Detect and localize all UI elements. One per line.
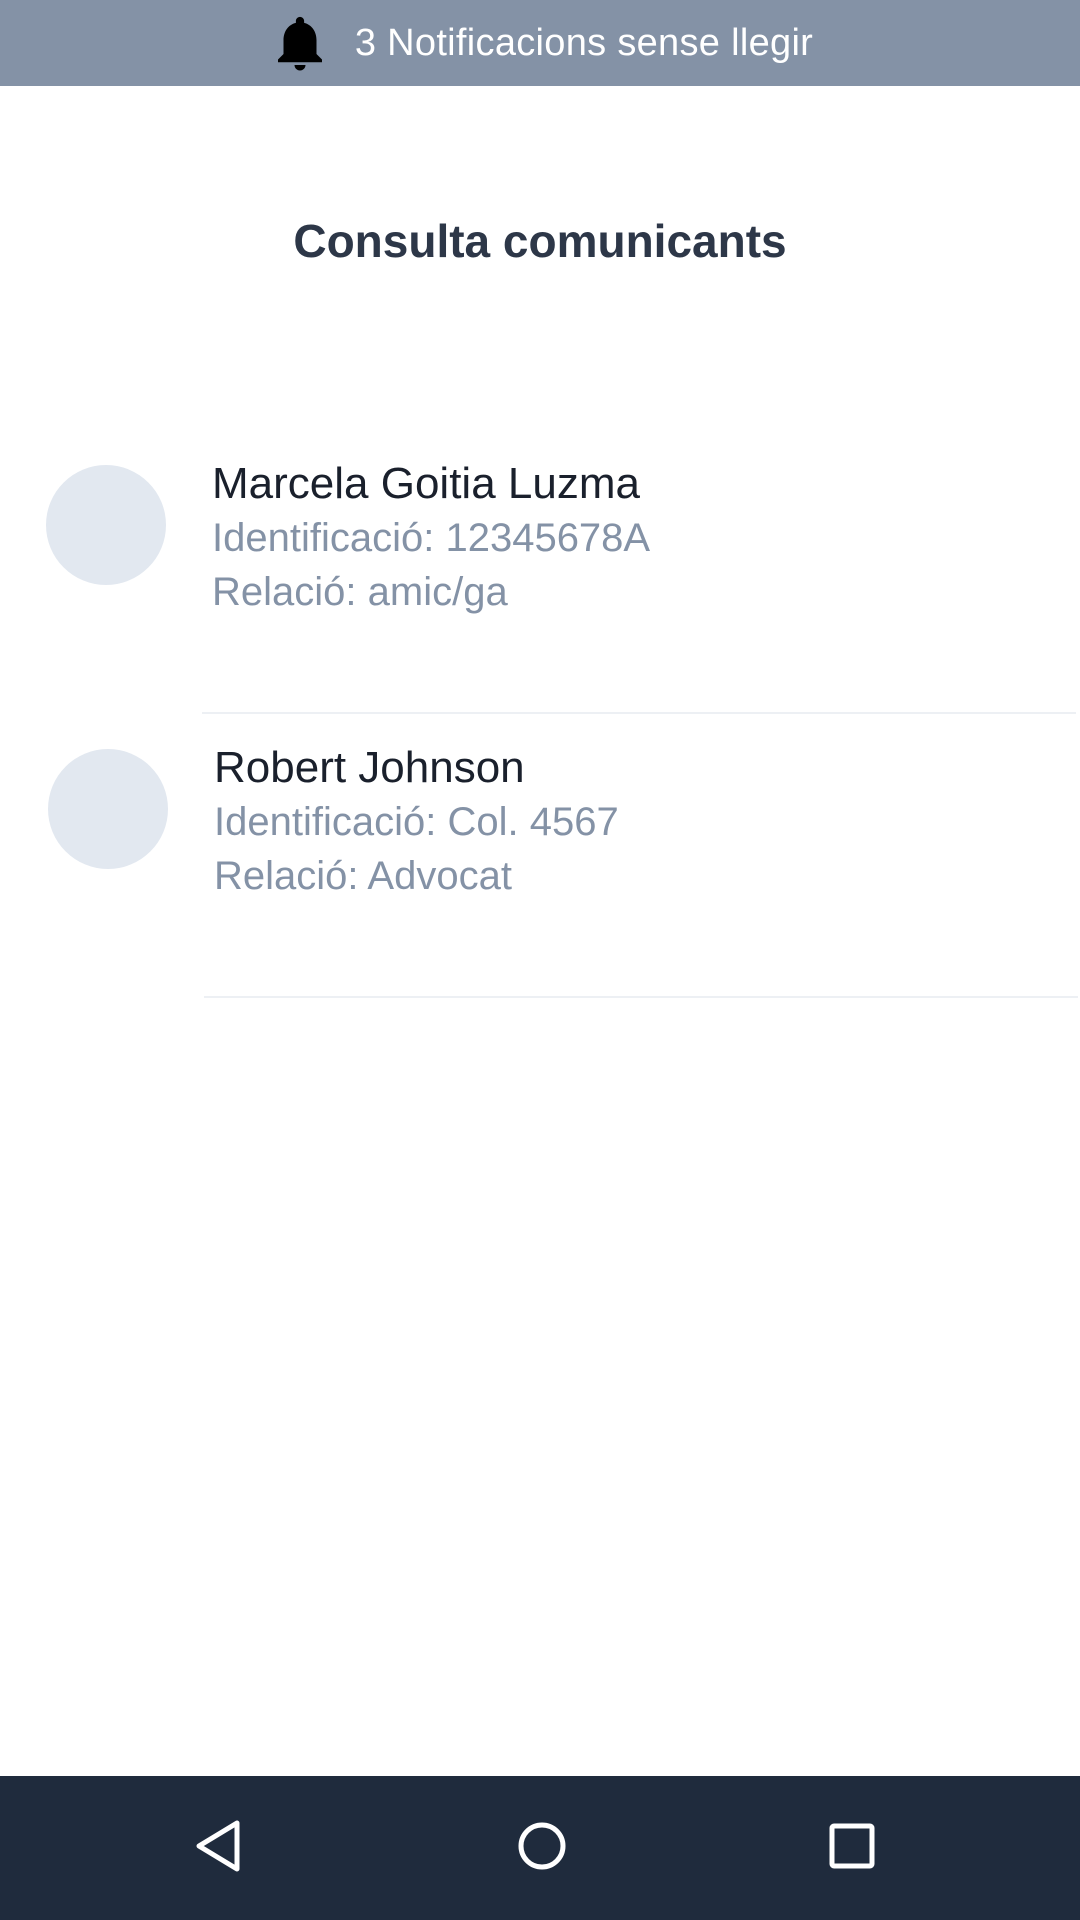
contacts-list: Marcela Goitia Luzma Identificació: 1234… xyxy=(0,430,1080,998)
contact-name: Marcela Goitia Luzma xyxy=(212,459,640,508)
notification-banner[interactable]: 3 Notificacions sense llegir xyxy=(0,0,1080,86)
back-icon xyxy=(190,1818,246,1879)
notification-banner-content[interactable]: 3 Notificacions sense llegir xyxy=(267,10,813,76)
list-item-body: Marcela Goitia Luzma Identificació: 1234… xyxy=(212,457,1080,619)
list-item-body: Robert Johnson Identificació: Col. 4567 … xyxy=(214,741,1080,903)
home-icon xyxy=(514,1818,570,1879)
contact-relation: Relació: Advocat xyxy=(214,854,512,898)
contact-identification: Identificació: Col. 4567 xyxy=(214,800,619,844)
contact-identification: Identificació: 12345678A xyxy=(212,516,651,560)
list-item[interactable]: Robert Johnson Identificació: Col. 4567 … xyxy=(0,714,1080,998)
system-navigation-bar xyxy=(0,1776,1080,1920)
home-button[interactable] xyxy=(496,1802,588,1894)
page-title: Consulta comunicants xyxy=(293,215,787,267)
contact-name: Robert Johnson xyxy=(214,743,525,792)
bell-icon xyxy=(267,10,333,76)
back-button[interactable] xyxy=(172,1802,264,1894)
avatar xyxy=(48,749,168,869)
avatar xyxy=(46,465,166,585)
list-item[interactable]: Marcela Goitia Luzma Identificació: 1234… xyxy=(0,430,1080,714)
notification-count-text: 3 Notificacions sense llegir xyxy=(354,21,814,64)
contact-relation: Relació: amic/ga xyxy=(212,570,508,614)
recents-icon xyxy=(824,1818,880,1879)
recents-button[interactable] xyxy=(806,1802,898,1894)
divider xyxy=(204,996,1078,998)
